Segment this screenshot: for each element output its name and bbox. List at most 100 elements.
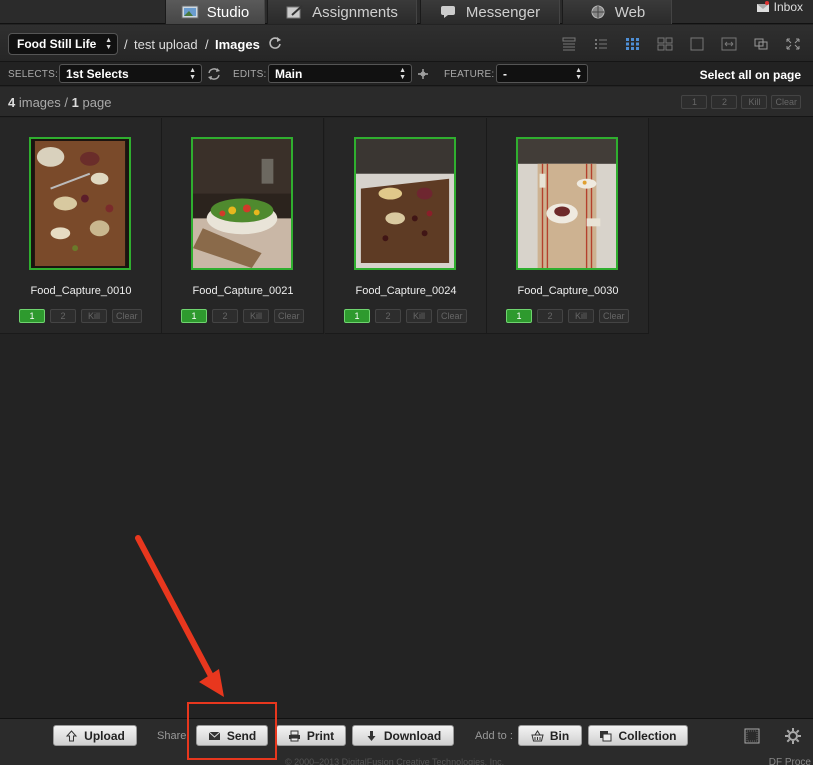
fullscreen-icon[interactable] <box>785 37 801 51</box>
rating-buttons: 1 2 Kill Clear <box>506 309 629 323</box>
image-count: 4 images / 1 page <box>8 95 111 110</box>
pages-count-value: 1 <box>71 95 79 110</box>
kill-button[interactable]: Kill <box>243 309 269 323</box>
edits-dropdown[interactable]: Main ▲ ▼ <box>268 64 412 83</box>
image-card[interactable]: Food_Capture_0021 1 2 Kill Clear <box>162 118 324 334</box>
upload-button[interactable]: Upload <box>53 725 137 746</box>
single-view-icon[interactable] <box>689 37 705 51</box>
select-arrows-icon: ▲ ▼ <box>105 37 112 51</box>
send-highlight-box <box>187 702 277 760</box>
kill-button[interactable]: Kill <box>81 309 107 323</box>
inbox-icon <box>756 1 769 12</box>
tab-web[interactable]: Web <box>562 0 672 24</box>
edit-icon <box>286 5 303 19</box>
add-to-bin-button[interactable]: Bin <box>518 725 582 746</box>
tab-messenger[interactable]: Messenger <box>420 0 560 24</box>
bulk-clear-button[interactable]: Clear <box>771 95 801 109</box>
feature-dropdown[interactable]: - ▲ ▼ <box>496 64 588 83</box>
clear-button[interactable]: Clear <box>437 309 467 323</box>
filter-bar: SELECTS: 1st Selects ▲ ▼ EDITS: Main ▲ ▼ F… <box>0 62 813 86</box>
pages-count-label: page <box>82 95 112 110</box>
food-photo-table <box>518 139 616 268</box>
selects-value: 1st Selects <box>66 66 129 81</box>
food-photo-cheese <box>356 139 454 268</box>
add-icon[interactable] <box>417 68 429 80</box>
image-filename: Food_Capture_0030 <box>517 285 619 297</box>
tab-assignments[interactable]: Assignments <box>267 0 417 24</box>
rate-1-button[interactable]: 1 <box>19 309 45 323</box>
download-button[interactable]: Download <box>352 725 454 746</box>
collection-label: Collection <box>618 728 677 743</box>
image-filename: Food_Capture_0010 <box>30 285 132 297</box>
image-grid: Food_Capture_0010 1 2 Kill Clear Food_Ca… <box>0 118 650 334</box>
clear-button[interactable]: Clear <box>112 309 142 323</box>
rate-2-button[interactable]: 2 <box>212 309 238 323</box>
list-view-icon[interactable] <box>593 37 609 51</box>
small-grid-view-icon[interactable] <box>625 37 641 51</box>
kill-button[interactable]: Kill <box>406 309 432 323</box>
photo-icon <box>181 5 199 19</box>
edits-value: Main <box>275 66 303 81</box>
tab-label: Assignments <box>312 3 398 21</box>
rate-2-button[interactable]: 2 <box>50 309 76 323</box>
image-card[interactable]: Food_Capture_0024 1 2 Kill Clear <box>325 118 487 334</box>
feature-label: FEATURE: <box>444 69 495 80</box>
overlap-view-icon[interactable] <box>753 37 769 51</box>
rating-buttons: 1 2 Kill Clear <box>344 309 467 323</box>
upload-icon <box>66 729 78 741</box>
bulk-rate-1-button[interactable]: 1 <box>681 95 708 109</box>
image-thumbnail[interactable] <box>29 137 131 270</box>
image-thumbnail[interactable] <box>354 137 456 270</box>
refresh-icon[interactable] <box>268 36 282 50</box>
sync-icon[interactable] <box>207 67 221 81</box>
share-label: Share <box>157 730 187 742</box>
compare-view-icon[interactable] <box>721 37 737 51</box>
clear-button[interactable]: Clear <box>274 309 304 323</box>
rate-2-button[interactable]: 2 <box>375 309 401 323</box>
food-photo-salad <box>193 139 291 268</box>
print-button[interactable]: Print <box>276 725 346 746</box>
select-all-link[interactable]: Select all on page <box>700 68 801 82</box>
footer-right-text: DF Proce <box>768 757 811 765</box>
bulk-rate-2-button[interactable]: 2 <box>711 95 738 109</box>
large-grid-view-icon[interactable] <box>657 37 673 51</box>
rate-1-button[interactable]: 1 <box>506 309 532 323</box>
breadcrumb-current: Images <box>215 37 260 52</box>
bulk-rating-buttons: 1 2 Kill Clear <box>681 95 801 109</box>
count-separator: / <box>64 95 69 110</box>
print-label: Print <box>306 728 335 743</box>
selects-dropdown[interactable]: 1st Selects ▲ ▼ <box>59 64 202 83</box>
download-icon <box>367 730 376 741</box>
list-detail-view-icon[interactable] <box>561 37 577 51</box>
add-to-collection-button[interactable]: Collection <box>588 725 688 746</box>
tab-label: Web <box>614 3 646 21</box>
inbox-link[interactable]: Inbox <box>756 0 803 14</box>
kill-button[interactable]: Kill <box>568 309 594 323</box>
rate-2-button[interactable]: 2 <box>537 309 563 323</box>
upload-label: Upload <box>84 728 125 743</box>
project-select[interactable]: Food Still Life ▲ ▼ <box>8 33 118 55</box>
tab-studio[interactable]: Studio <box>165 0 265 24</box>
edits-label: EDITS: <box>233 69 267 80</box>
image-card[interactable]: Food_Capture_0030 1 2 Kill Clear <box>487 118 649 334</box>
project-name: Food Still Life <box>17 37 97 51</box>
image-thumbnail[interactable] <box>191 137 293 270</box>
breadcrumb-separator: / <box>124 37 128 52</box>
image-filename: Food_Capture_0024 <box>355 285 457 297</box>
bin-label: Bin <box>549 728 570 743</box>
basket-icon <box>531 729 544 741</box>
breadcrumb-separator: / <box>205 37 209 52</box>
clear-button[interactable]: Clear <box>599 309 629 323</box>
image-thumbnail[interactable] <box>516 137 618 270</box>
frame-toggle-icon[interactable] <box>744 728 760 744</box>
download-label: Download <box>383 728 442 743</box>
images-count-value: 4 <box>8 95 16 110</box>
breadcrumb-folder[interactable]: test upload <box>134 37 198 52</box>
gear-icon[interactable] <box>785 728 801 744</box>
bulk-kill-button[interactable]: Kill <box>741 95 768 109</box>
rate-1-button[interactable]: 1 <box>344 309 370 323</box>
breadcrumb: Food Still Life ▲ ▼ / test upload / Image… <box>0 25 813 62</box>
image-card[interactable]: Food_Capture_0010 1 2 Kill Clear <box>0 118 162 334</box>
rate-1-button[interactable]: 1 <box>181 309 207 323</box>
collection-icon <box>600 730 612 741</box>
